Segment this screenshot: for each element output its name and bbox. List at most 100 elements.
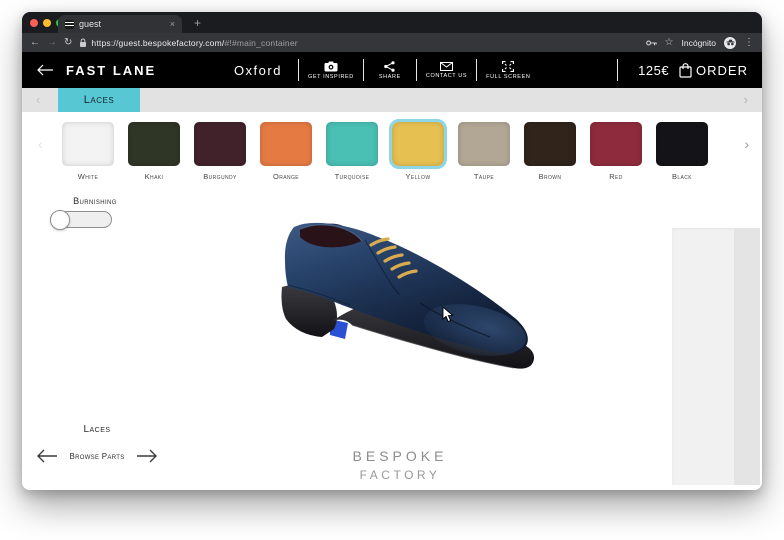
swatch-chip[interactable]	[260, 122, 312, 166]
tab-title: guest	[79, 19, 165, 29]
swatch-chip[interactable]	[590, 122, 642, 166]
browser-tab[interactable]: guest ×	[58, 15, 182, 33]
browse-parts-label: Browse Parts	[69, 452, 124, 461]
swatch-label: Brown	[524, 172, 576, 181]
toolbar-right: ☆ Incógnito ⋮	[646, 37, 754, 49]
menu-item-label: FULL SCREEN	[486, 74, 530, 80]
camera-icon	[324, 61, 338, 72]
incognito-icon	[724, 37, 736, 49]
part-navigation: Laces Browse Parts	[36, 424, 158, 463]
swatch-chip[interactable]	[62, 122, 114, 166]
swatch-label: Black	[656, 172, 708, 181]
burnishing-label: Burnishing	[50, 196, 140, 206]
swatch-turquoise[interactable]: Turquoise	[326, 122, 378, 181]
right-panel-scrollbar[interactable]	[734, 228, 760, 485]
swatch-chip[interactable]	[392, 122, 444, 166]
swatch-burgundy[interactable]: Burgundy	[194, 122, 246, 181]
burnishing-control: Burnishing	[50, 196, 140, 228]
minimize-window-button[interactable]	[43, 19, 51, 27]
swatch-chip[interactable]	[458, 122, 510, 166]
chrome-menu-icon[interactable]: ⋮	[744, 37, 754, 48]
app-header: FAST LANE Oxford GET INSPIRED SHARE	[22, 52, 762, 88]
swatch-white[interactable]: White	[62, 122, 114, 181]
swatch-label: Taupe	[458, 172, 510, 181]
swatch-chip[interactable]	[194, 122, 246, 166]
tab-close-icon[interactable]: ×	[170, 20, 175, 29]
swatch-chip[interactable]	[128, 122, 180, 166]
swatch-label: Turquoise	[326, 172, 378, 181]
close-window-button[interactable]	[30, 19, 38, 27]
right-panel	[672, 228, 760, 485]
menu-item-label: CONTACT US	[426, 73, 467, 79]
share-button[interactable]: SHARE	[364, 61, 416, 80]
swatch-chip[interactable]	[326, 122, 378, 166]
tab-laces-label: Laces	[84, 94, 114, 106]
shoe-3d-render[interactable]	[270, 195, 570, 395]
browser-window: guest × + ← → ↻ https://guest.bespokefac…	[22, 12, 762, 490]
header-divider	[617, 59, 618, 81]
address-bar[interactable]: https://guest.bespokefactory.com/#!#main…	[79, 38, 638, 48]
swatch-label: White	[62, 172, 114, 181]
order-area: 125€ ORDER	[617, 59, 748, 81]
part-tabs-prev-icon[interactable]: ‹	[36, 92, 40, 108]
swatch-chip[interactable]	[656, 122, 708, 166]
browser-toolbar: ← → ↻ https://guest.bespokefactory.com/#…	[22, 33, 762, 52]
swatches-prev-icon[interactable]: ‹	[38, 136, 43, 152]
bookmark-star-icon[interactable]: ☆	[665, 37, 674, 48]
order-label: ORDER	[696, 63, 748, 78]
toggle-knob[interactable]	[50, 210, 70, 230]
tab-laces[interactable]: Laces	[58, 88, 140, 112]
swatches-next-icon[interactable]: ›	[744, 136, 749, 152]
swatch-brown[interactable]: Brown	[524, 122, 576, 181]
color-swatch-bar: ‹ White Khaki Burgundy Orange Turquoise …	[22, 112, 762, 190]
swatch-black[interactable]: Black	[656, 122, 708, 181]
swatch-chip[interactable]	[524, 122, 576, 166]
watermark-line2: FACTORY	[325, 468, 475, 482]
previous-part-arrow-icon[interactable]	[36, 449, 58, 463]
new-tab-button[interactable]: +	[194, 16, 201, 30]
swatch-label: Burgundy	[194, 172, 246, 181]
menu-item-label: SHARE	[379, 74, 401, 80]
current-part-label: Laces	[36, 424, 158, 435]
fullscreen-icon	[502, 61, 514, 72]
configurator-stage[interactable]: Burnishing	[22, 190, 762, 490]
mouse-cursor	[442, 306, 454, 323]
envelope-icon	[440, 62, 453, 71]
order-button[interactable]: ORDER	[679, 63, 748, 78]
back-icon[interactable]: ←	[30, 37, 40, 48]
url-origin: https://guest.bespokefactory.com/	[91, 38, 224, 48]
browser-tab-bar: guest × +	[22, 12, 762, 33]
swatch-orange[interactable]: Orange	[260, 122, 312, 181]
swatch-taupe[interactable]: Taupe	[458, 122, 510, 181]
tab-favicon-icon	[65, 20, 74, 29]
reload-icon[interactable]: ↻	[64, 37, 72, 48]
watermark-line1: BESPOKE	[325, 448, 475, 464]
swatch-label: Khaki	[128, 172, 180, 181]
part-tab-strip: ‹ Laces ›	[22, 88, 762, 112]
part-tabs-next-icon[interactable]: ›	[744, 92, 748, 108]
key-icon[interactable]	[646, 39, 657, 47]
incognito-label: Incógnito	[682, 38, 717, 48]
burnishing-toggle[interactable]	[50, 211, 112, 228]
swatch-label: Yellow	[392, 172, 444, 181]
contact-us-button[interactable]: CONTACT US	[417, 62, 476, 79]
url-fragment: #!#main_container	[224, 38, 297, 48]
swatch-yellow[interactable]: Yellow	[392, 122, 444, 181]
next-part-arrow-icon[interactable]	[136, 449, 158, 463]
header-menu: GET INSPIRED SHARE CONTACT US	[299, 59, 539, 81]
lock-icon	[79, 38, 87, 48]
swatch-list: White Khaki Burgundy Orange Turquoise Ye…	[62, 122, 708, 181]
get-inspired-button[interactable]: GET INSPIRED	[299, 61, 363, 80]
swatch-label: Red	[590, 172, 642, 181]
bespoke-factory-watermark: BESPOKE FACTORY	[325, 448, 475, 482]
forward-icon[interactable]: →	[47, 37, 57, 48]
brand-logo[interactable]: FAST LANE	[66, 63, 156, 78]
swatch-red[interactable]: Red	[590, 122, 642, 181]
swatch-khaki[interactable]: Khaki	[128, 122, 180, 181]
shopping-bag-icon	[679, 63, 692, 78]
url-text: https://guest.bespokefactory.com/#!#main…	[91, 38, 297, 48]
full-screen-button[interactable]: FULL SCREEN	[477, 61, 539, 80]
model-name: Oxford	[234, 63, 282, 78]
app-back-icon[interactable]	[36, 64, 54, 76]
share-icon	[384, 61, 395, 72]
